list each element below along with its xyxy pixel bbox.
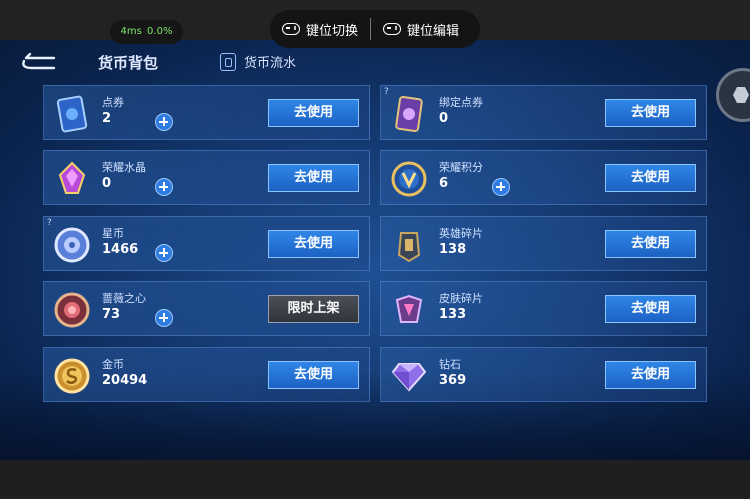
back-button[interactable]	[18, 52, 58, 72]
rose-heart-icon	[52, 290, 92, 330]
hero-shard-icon	[389, 225, 429, 265]
currency-name: 荣耀积分	[439, 161, 483, 174]
add-coupon-button[interactable]	[155, 113, 173, 131]
add-glory-points-button[interactable]	[492, 178, 510, 196]
gold-coin-icon	[52, 356, 92, 396]
currency-card-diamond: 钻石 369 去使用	[380, 347, 707, 402]
ticket-card-icon	[52, 94, 92, 134]
skin-shard-icon	[389, 290, 429, 330]
use-button[interactable]: 去使用	[605, 99, 696, 127]
currency-amount: 369	[439, 373, 467, 388]
gamepad-icon	[383, 23, 402, 35]
add-glory-crystal-button[interactable]	[155, 178, 173, 196]
back-arrow-icon	[22, 52, 56, 70]
currency-name: 绑定点券	[439, 96, 483, 109]
currency-card-coupon: 点券 2 去使用	[43, 85, 370, 140]
bound-ticket-icon	[389, 94, 429, 134]
currency-name: 星币	[102, 227, 124, 240]
limited-time-button[interactable]: 限时上架	[268, 295, 359, 323]
tab-currency-flow-label: 货币流水	[244, 56, 297, 71]
use-button[interactable]: 去使用	[605, 164, 696, 192]
currency-card-rose-heart: 蔷薇之心 73 限时上架	[43, 281, 370, 336]
currency-card-hero-shard: 英雄碎片 138 去使用	[380, 216, 707, 271]
key-switch-button[interactable]: 键位切换	[270, 20, 370, 39]
glory-crystal-icon	[52, 159, 92, 199]
use-button[interactable]: 去使用	[268, 99, 359, 127]
currency-amount: 133	[439, 307, 467, 322]
emulator-bottom-strip	[0, 460, 750, 499]
key-switch-label: 键位切换	[306, 23, 359, 39]
loss-text: 0.0%	[147, 26, 173, 37]
page-title: 货币背包	[98, 54, 159, 72]
diamond-icon	[389, 356, 429, 396]
latency-text: 4ms	[120, 26, 142, 37]
star-coin-icon	[52, 225, 92, 265]
performance-indicator: 4ms 0.0%	[110, 20, 183, 44]
currency-card-glory-crystal: 荣耀水晶 0 去使用	[43, 150, 370, 205]
currency-name: 钻石	[439, 358, 461, 371]
currency-amount: 0	[439, 111, 449, 126]
currency-bag-screen: 货币背包 货币流水 点券 2 去使用 ? 绑定点券 0 去使用 荣耀水晶 0 去…	[0, 40, 750, 460]
currency-name: 英雄碎片	[439, 227, 483, 240]
currency-card-bound-coupon: ? 绑定点券 0 去使用	[380, 85, 707, 140]
key-edit-button[interactable]: 键位编辑	[371, 20, 471, 39]
currency-card-skin-shard: 皮肤碎片 133 去使用	[380, 281, 707, 336]
currency-amount: 0	[102, 176, 112, 191]
currency-amount: 73	[102, 307, 121, 322]
use-button[interactable]: 去使用	[268, 164, 359, 192]
use-button[interactable]: 去使用	[605, 230, 696, 258]
tab-currency-flow[interactable]: 货币流水	[220, 52, 296, 71]
use-button[interactable]: 去使用	[268, 230, 359, 258]
keymap-toolbar: 键位切换 键位编辑	[270, 10, 480, 48]
currency-card-star-coin: ? 星币 1466 去使用	[43, 216, 370, 271]
glory-points-icon	[389, 159, 429, 199]
currency-amount: 20494	[102, 373, 148, 388]
ledger-icon	[220, 52, 236, 71]
currency-amount: 1466	[102, 242, 139, 257]
use-button[interactable]: 去使用	[268, 361, 359, 389]
currency-amount: 138	[439, 242, 467, 257]
currency-name: 蔷薇之心	[102, 292, 146, 305]
currency-card-gold-coin: 金币 20494 去使用	[43, 347, 370, 402]
use-button[interactable]: 去使用	[605, 361, 696, 389]
add-rose-heart-button[interactable]	[155, 309, 173, 327]
key-edit-label: 键位编辑	[407, 23, 460, 39]
currency-name: 皮肤碎片	[439, 292, 483, 305]
currency-name: 荣耀水晶	[102, 161, 146, 174]
currency-amount: 6	[439, 176, 449, 191]
currency-card-glory-points: 荣耀积分 6 去使用	[380, 150, 707, 205]
gamepad-icon	[282, 23, 300, 35]
currency-name: 金币	[102, 358, 124, 371]
use-button[interactable]: 去使用	[605, 295, 696, 323]
add-star-coin-button[interactable]	[155, 244, 173, 262]
currency-amount: 2	[102, 111, 112, 126]
currency-name: 点券	[102, 96, 124, 109]
